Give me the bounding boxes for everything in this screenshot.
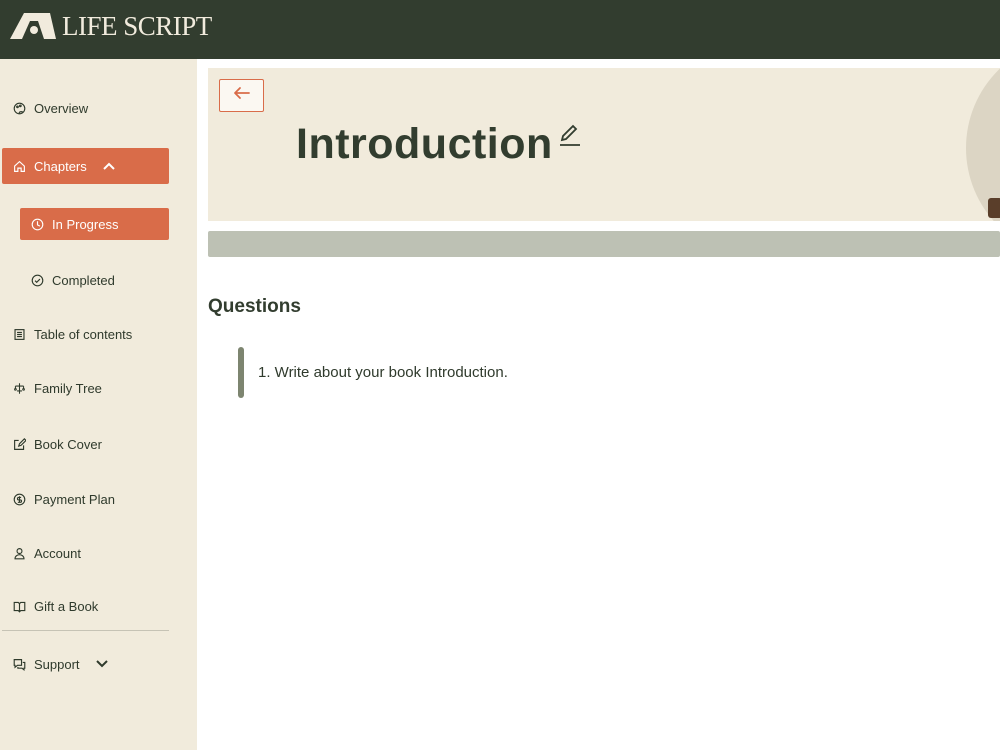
- chapter-header: Introduction: [208, 68, 1000, 221]
- sidebar-item-label: Family Tree: [34, 380, 102, 396]
- back-button[interactable]: [219, 79, 264, 112]
- questions-heading: Questions: [208, 296, 301, 317]
- sidebar-item-in-progress[interactable]: In Progress: [20, 208, 169, 240]
- sidebar-item-book-cover[interactable]: Book Cover: [2, 426, 169, 462]
- top-bar: LIFE SCRIPT: [0, 0, 1000, 59]
- sidebar-item-label: Payment Plan: [34, 491, 115, 507]
- sidebar-item-label: Chapters: [34, 158, 87, 174]
- clock-icon: [30, 217, 44, 231]
- question-accent-bar: [238, 347, 244, 398]
- sidebar-item-overview[interactable]: Overview: [2, 90, 169, 126]
- sidebar-item-label: Completed: [52, 272, 115, 288]
- palette-icon: [12, 101, 26, 115]
- edit-title-icon[interactable]: [558, 123, 582, 147]
- sidebar-item-label: Overview: [34, 100, 89, 116]
- sidebar-item-completed[interactable]: Completed: [20, 262, 169, 298]
- sidebar-item-label: Support: [34, 656, 80, 672]
- brand-logo[interactable]: LIFE SCRIPT: [10, 10, 212, 42]
- logo-mark-icon: [10, 13, 56, 39]
- sidebar-item-support[interactable]: Support: [2, 646, 169, 682]
- sidebar-item-label: Table of contents: [34, 326, 133, 342]
- sidebar-item-chapters[interactable]: Chapters: [2, 148, 169, 184]
- check-circle-icon: [30, 273, 44, 287]
- dollar-circle-icon: [12, 492, 26, 506]
- page-title: Introduction: [296, 120, 553, 168]
- chevron-up-icon[interactable]: [103, 162, 115, 170]
- sidebar-item-gift-a-book[interactable]: Gift a Book: [2, 588, 169, 624]
- header-illustration: [988, 198, 1000, 218]
- sidebar-item-label: Account: [34, 545, 81, 561]
- sidebar-item-label: Book Cover: [34, 436, 102, 452]
- question-text: 1. Write about your book Introduction.: [258, 364, 508, 381]
- list-icon: [12, 327, 26, 341]
- sidebar-divider: [2, 630, 169, 631]
- sidebar-item-label: Gift a Book: [34, 598, 99, 614]
- chevron-down-icon[interactable]: [95, 660, 108, 668]
- home-icon: [12, 159, 26, 173]
- edit-square-icon: [12, 437, 26, 451]
- brand-name: LIFE SCRIPT: [62, 11, 212, 41]
- sidebar-item-payment-plan[interactable]: Payment Plan: [2, 481, 169, 517]
- sidebar-item-account[interactable]: Account: [2, 535, 169, 571]
- user-icon: [12, 546, 26, 560]
- sidebar-item-table-of-contents[interactable]: Table of contents: [2, 316, 169, 352]
- book-open-icon: [12, 599, 26, 613]
- sidebar-item-family-tree[interactable]: Family Tree: [2, 370, 169, 406]
- sidebar-item-label: In Progress: [52, 216, 119, 232]
- question-item[interactable]: 1. Write about your book Introduction.: [238, 347, 508, 398]
- arrow-left-icon: [233, 86, 251, 105]
- chapter-progress-bar: [208, 231, 1000, 257]
- chat-icon: [12, 657, 26, 671]
- tree-icon: [12, 381, 26, 395]
